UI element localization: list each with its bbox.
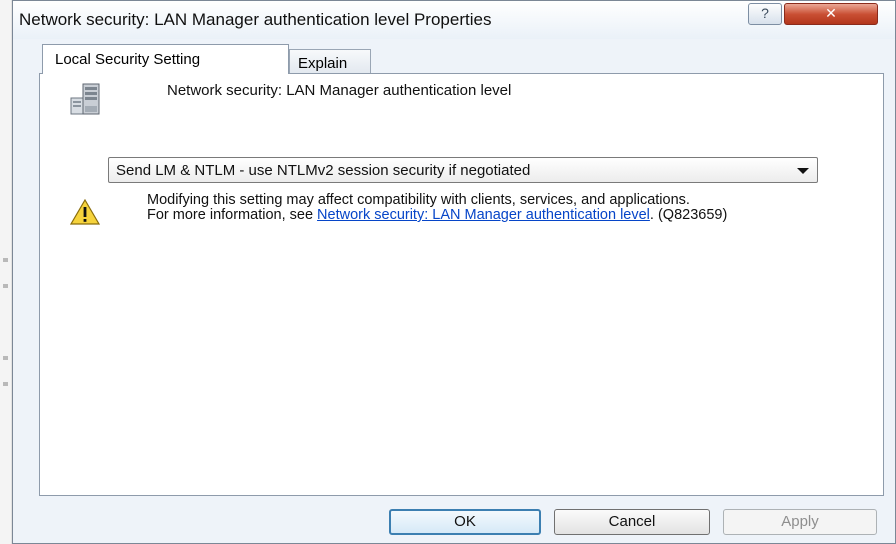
server-icon: [70, 83, 100, 115]
cancel-button[interactable]: Cancel: [554, 509, 710, 535]
warning-message: Modifying this setting may affect compat…: [147, 193, 827, 223]
tab-panel: Network security: LAN Manager authentica…: [39, 73, 884, 496]
more-info-prefix: For more information, see: [147, 207, 318, 223]
help-button[interactable]: ?: [748, 3, 782, 25]
reference-suffix: . (Q823659): [649, 207, 728, 223]
properties-dialog: Network security: LAN Manager authentica…: [12, 0, 896, 544]
background-grip-mark: [3, 356, 8, 360]
background-grip-mark: [3, 284, 8, 288]
dropdown-selected-value: Send LM & NTLM - use NTLMv2 session secu…: [116, 162, 531, 179]
title-bar[interactable]: Network security: LAN Manager authentica…: [13, 1, 895, 39]
warning-text: Modifying this setting may affect compat…: [147, 192, 690, 208]
background-grip-mark: [3, 382, 8, 386]
background-window-edge: [0, 0, 12, 544]
tab-explain[interactable]: Explain: [289, 49, 371, 74]
chevron-down-icon[interactable]: [797, 168, 809, 174]
apply-button[interactable]: Apply: [723, 509, 877, 535]
help-link[interactable]: Network security: LAN Manager authentica…: [317, 207, 650, 223]
background-grip-mark: [3, 258, 8, 262]
ok-button[interactable]: OK: [389, 509, 541, 535]
auth-level-dropdown[interactable]: Send LM & NTLM - use NTLMv2 session secu…: [108, 157, 818, 183]
tab-local-security-setting[interactable]: Local Security Setting: [42, 44, 289, 74]
policy-heading: Network security: LAN Manager authentica…: [167, 82, 512, 99]
close-button[interactable]: ✕: [784, 3, 878, 25]
window-title: Network security: LAN Manager authentica…: [19, 10, 492, 29]
warning-icon: [70, 199, 100, 225]
